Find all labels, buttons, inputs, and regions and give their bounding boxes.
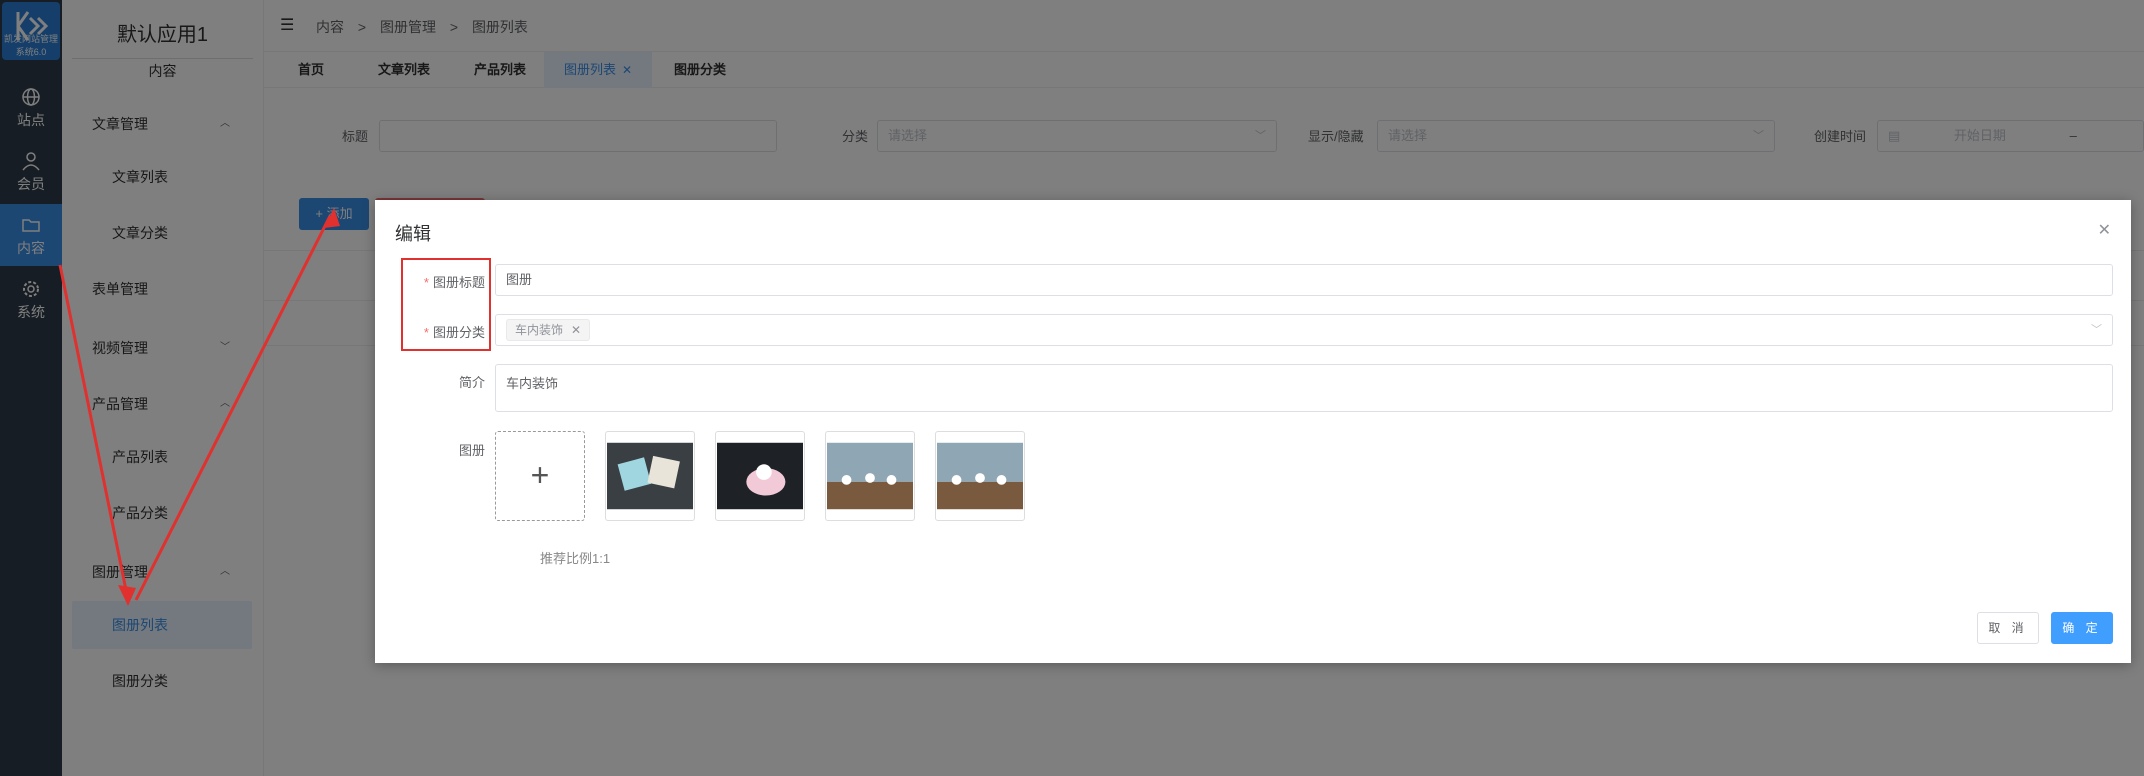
category-field-label: * 图册分类 bbox=[423, 325, 485, 340]
tag-label: 车内装饰 bbox=[515, 323, 564, 337]
category-field-select[interactable]: 车内装饰 ✕ ﹀ bbox=[495, 314, 2113, 346]
title-field-label: * 图册标题 bbox=[423, 275, 485, 290]
chevron-down-icon: ﹀ bbox=[2091, 324, 2102, 336]
plush-toy-image bbox=[717, 442, 803, 510]
gallery-thumbnail[interactable] bbox=[825, 431, 915, 521]
ratio-hint: 推荐比例1:1 bbox=[540, 551, 611, 566]
dialog-title: 编辑 bbox=[395, 224, 431, 244]
close-icon[interactable]: ✕ bbox=[2098, 220, 2111, 240]
pillow-image bbox=[607, 442, 693, 510]
gallery-thumbnail[interactable] bbox=[605, 431, 695, 521]
dashboard-figures-image bbox=[937, 442, 1023, 510]
label-text: 图册分类 bbox=[432, 325, 485, 340]
gallery-field-label: 图册 bbox=[458, 443, 485, 458]
label-text: 图册标题 bbox=[432, 275, 485, 290]
confirm-button[interactable]: 确 定 bbox=[2051, 612, 2113, 644]
dashboard-figures-image bbox=[827, 442, 913, 510]
gallery-thumbnail[interactable] bbox=[935, 431, 1025, 521]
cancel-button[interactable]: 取 消 bbox=[1977, 612, 2039, 644]
intro-textarea[interactable]: 车内装饰 bbox=[495, 364, 2113, 412]
gallery-thumbnail[interactable] bbox=[715, 431, 805, 521]
edit-dialog: 编辑 ✕ * 图册标题 图册 * 图册分类 车内装饰 ✕ ﹀ 简介 车内装饰 图册 +… bbox=[375, 200, 2131, 663]
intro-field-label: 简介 bbox=[458, 375, 485, 390]
title-field-input[interactable]: 图册 bbox=[495, 264, 2113, 296]
upload-button[interactable]: + bbox=[495, 431, 585, 521]
close-icon[interactable]: ✕ bbox=[571, 323, 581, 337]
category-tag: 车内装饰 ✕ bbox=[506, 319, 591, 341]
